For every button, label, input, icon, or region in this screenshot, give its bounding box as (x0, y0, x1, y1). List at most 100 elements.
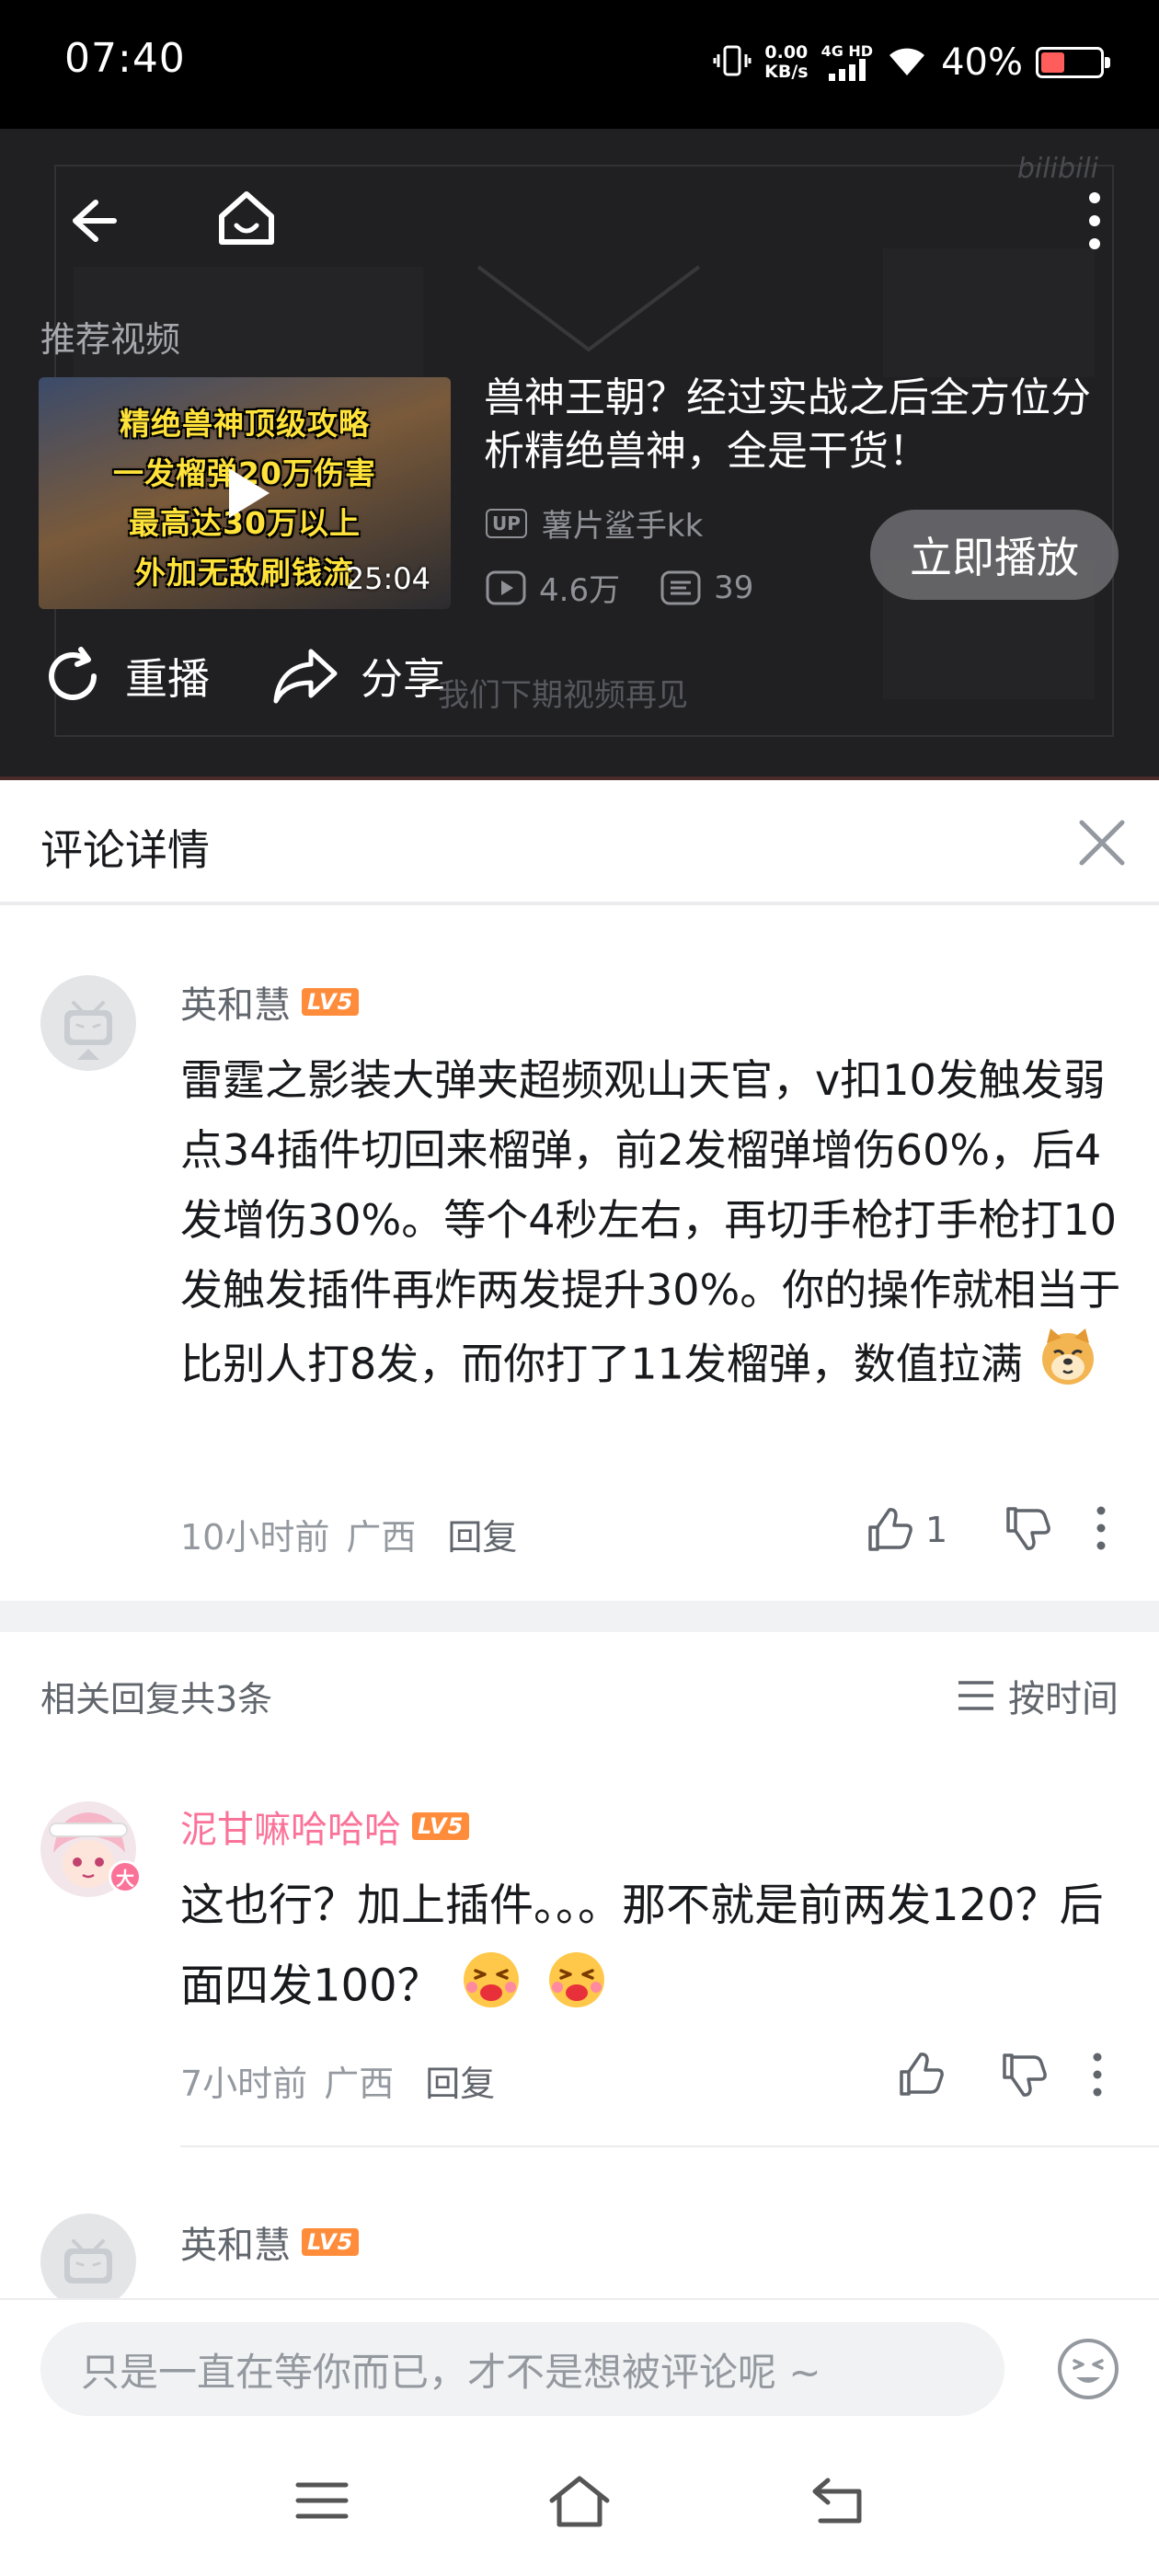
username[interactable]: 英和慧 (180, 2215, 291, 2269)
replay-button[interactable]: 重播 (40, 644, 210, 708)
share-icon (273, 649, 338, 704)
danmaku-icon (660, 570, 701, 604)
reply-actions (896, 2050, 1104, 2103)
home-button[interactable] (208, 180, 285, 258)
thumbnail-line: 精绝兽神顶级攻略 (120, 406, 370, 442)
emoji-face-icon (1058, 2339, 1119, 2399)
username[interactable]: 英和慧 (180, 975, 291, 1029)
cell-signal: 4G HD (820, 42, 874, 81)
back-nav-button[interactable] (800, 2464, 874, 2537)
recommend-label: 推荐视频 (40, 319, 181, 360)
share-label: 分享 (361, 654, 445, 704)
level-badge: LV5 (302, 988, 360, 1016)
danmaku-count: 39 (714, 569, 754, 606)
comment-body: 雷霆之影装大弹夹超频观山天官，v扣10发触发弱点34插件切回来榴弹，前2发榴弹增… (180, 1055, 1121, 1389)
thumbs-up-icon (900, 2053, 944, 2096)
video-end-screen: bilibili 推荐视频 精绝兽神顶级攻略 一发榴弹20万伤害 最高达30万以… (0, 129, 1159, 780)
drooling-emoji-icon (455, 1943, 527, 2034)
close-button[interactable] (1073, 813, 1131, 872)
danmaku-stat: 39 (660, 569, 753, 606)
comment-location: 广西 (346, 1517, 417, 1558)
recommended-video-thumbnail[interactable]: 精绝兽神顶级攻略 一发榴弹20万伤害 最高达30万以上 外加无敌刷钱流 25:0… (39, 377, 451, 609)
more-vertical-icon (1093, 2053, 1102, 2097)
system-nav-bar (0, 2418, 1159, 2576)
level-badge: LV5 (412, 1812, 470, 1840)
views-count: 4.6万 (539, 572, 621, 609)
vip-badge: 大 (109, 1860, 142, 1893)
comment-detail-header: 评论详情 (0, 780, 1159, 905)
avatar[interactable] (40, 975, 136, 1071)
page-title: 评论详情 (40, 825, 210, 875)
wifi-icon (886, 44, 928, 81)
comment-input[interactable]: 只是一直在等你而已，才不是想被评论呢 ~ (40, 2322, 1004, 2416)
thumbs-down-icon (1006, 1507, 1051, 1550)
network-type: 4G HD (820, 42, 874, 60)
comment-author[interactable]: 英和慧 LV5 (180, 975, 360, 1029)
uploader-row[interactable]: UP 薯片鲨手kk (486, 500, 703, 546)
play-icon (229, 468, 270, 518)
share-button[interactable]: 分享 (270, 644, 445, 708)
dislike-button[interactable] (999, 2050, 1049, 2103)
menu-icon (295, 2482, 349, 2519)
reply-count: 相关回复共3条 (40, 1679, 273, 1719)
reply-body: 这也行？加上插件。。。那不就是前两发120？后面四发100？ (180, 1880, 1104, 2012)
emoji-button[interactable] (1056, 2337, 1120, 2401)
network-speed-value: 0.00 (764, 42, 809, 63)
more-vertical-icon (1089, 192, 1100, 249)
video-subtitle: 我们下期视频再见 (438, 677, 688, 714)
comment-time: 10小时前 (180, 1517, 330, 1558)
clock: 07:40 (64, 35, 186, 82)
section-divider (0, 1601, 1159, 1632)
home-outline-icon (549, 2476, 610, 2527)
default-avatar-icon (64, 2239, 112, 2283)
back-button[interactable] (55, 184, 129, 258)
play-now-button[interactable]: 立即播放 (870, 510, 1119, 600)
like-button[interactable]: 1 (865, 1505, 947, 1555)
thumbs-up-icon (868, 1508, 912, 1551)
like-button[interactable] (896, 2050, 946, 2103)
drooling-emoji-icon (541, 1943, 613, 2034)
views-stat: 4.6万 (486, 565, 620, 610)
recent-apps-button[interactable] (285, 2464, 359, 2537)
input-placeholder: 只是一直在等你而已，才不是想被评论呢 ~ (81, 2349, 821, 2395)
replay-label: 重播 (125, 654, 210, 704)
reply-button[interactable]: 回复 (425, 2055, 495, 2106)
reply-author[interactable]: 英和慧 LV5 (180, 2215, 360, 2269)
back-nav-icon (812, 2478, 862, 2524)
thumbs-down-icon (1003, 2053, 1047, 2097)
reply-text: 这也行？加上插件。。。那不就是前两发120？后面四发100？ (180, 1868, 1137, 2034)
home-icon (219, 191, 274, 245)
signal-icon (828, 59, 866, 81)
thumbnail-line: 外加无敌刷钱流 (135, 555, 354, 591)
replay-icon (49, 647, 97, 700)
status-icons: 0.00 KB/s 4G HD 40% (713, 37, 1110, 88)
battery-percent: 40% (941, 41, 1023, 84)
up-badge: UP (486, 508, 527, 538)
comment-actions: 1 (865, 1503, 1107, 1557)
like-count: 1 (925, 1510, 948, 1550)
more-vertical-icon (1096, 1506, 1106, 1550)
more-options-button[interactable] (1067, 184, 1122, 258)
replies-header: 相关回复共3条 按时间 (0, 1632, 1159, 1752)
sort-label: 按时间 (1008, 1678, 1119, 1720)
reply-more-button[interactable] (1091, 2052, 1104, 2101)
reply-avatar[interactable] (40, 2214, 136, 2309)
default-avatar-icon (64, 1001, 112, 1060)
comment-meta: 10小时前 广西 回复 (180, 1509, 517, 1559)
reply-avatar[interactable]: 大 (40, 1801, 142, 1897)
reply-author[interactable]: 泥甘嘛哈哈哈 LV5 (180, 1800, 470, 1853)
reply-button[interactable]: 回复 (447, 1509, 517, 1559)
video-duration: 25:04 (345, 561, 430, 596)
doge-emoji-icon (1036, 1325, 1100, 1409)
sort-button[interactable]: 按时间 (957, 1669, 1119, 1722)
recommended-video-title[interactable]: 兽神王朝？经过实战之后全方位分析精绝兽神，全是干货！ (484, 372, 1128, 478)
home-nav-button[interactable] (543, 2464, 616, 2537)
vibrate-icon (713, 41, 752, 84)
dislike-button[interactable] (1003, 1503, 1052, 1557)
network-speed: 0.00 KB/s (764, 43, 808, 82)
brand-watermark: bilibili (1016, 153, 1098, 185)
username[interactable]: 泥甘嘛哈哈哈 (180, 1800, 401, 1853)
comment-more-button[interactable] (1095, 1505, 1107, 1555)
battery-icon (1036, 47, 1110, 78)
comment-input-bar: 只是一直在等你而已，才不是想被评论呢 ~ (0, 2298, 1159, 2418)
